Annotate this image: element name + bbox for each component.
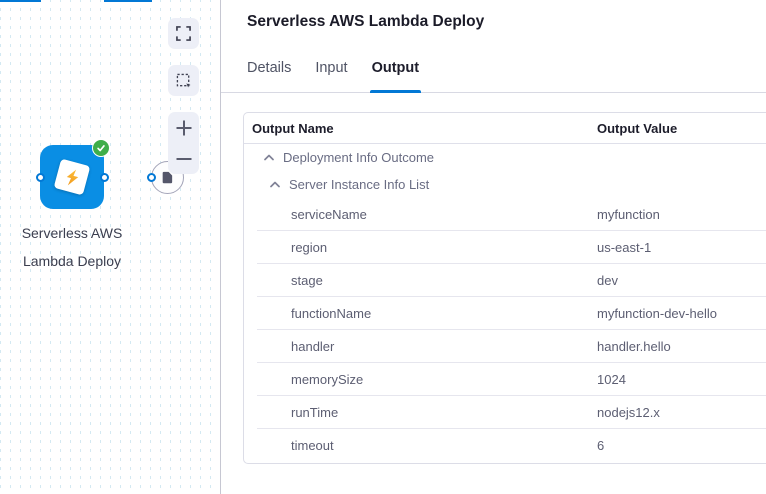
- table-row-timeout: timeout 6: [244, 429, 766, 462]
- chevron-up-icon: [264, 154, 274, 161]
- group-row-deployment-info-outcome[interactable]: Deployment Info Outcome: [244, 144, 766, 171]
- output-name-cell: stage: [252, 273, 597, 288]
- node-port-out[interactable]: [100, 173, 109, 182]
- tab-input[interactable]: Input: [315, 57, 347, 93]
- output-table-card: Output Name Output Value Deployment Info…: [243, 112, 766, 464]
- table-row-region: region us-east-1: [244, 231, 766, 264]
- step-details-panel: Serverless AWS Lambda Deploy Details Inp…: [220, 0, 766, 494]
- table-row-functionName: functionName myfunction-dev-hello: [244, 297, 766, 330]
- step-node-serverless-lambda-deploy[interactable]: [40, 145, 104, 209]
- output-name-cell: memorySize: [252, 372, 597, 387]
- pipeline-canvas[interactable]: Serverless AWS Lambda Deploy: [0, 0, 220, 494]
- zoom-in-button[interactable]: [168, 112, 199, 143]
- fullscreen-icon: [176, 26, 191, 41]
- group-label: Server Instance Info List: [289, 177, 429, 192]
- step-success-badge: [92, 139, 110, 157]
- output-value-cell: nodejs12.x: [597, 405, 766, 420]
- table-row-memorySize: memorySize 1024: [244, 363, 766, 396]
- app-window: Serverless AWS Lambda Deploy Serverless …: [0, 0, 766, 494]
- output-value-cell: 1024: [597, 372, 766, 387]
- table-row-serviceName: serviceName myfunction: [244, 198, 766, 231]
- panel-title: Serverless AWS Lambda Deploy: [247, 13, 484, 31]
- output-value-cell: 6: [597, 438, 766, 453]
- group-row-server-instance-info-list[interactable]: Server Instance Info List: [244, 171, 766, 198]
- output-name-cell: runTime: [252, 405, 597, 420]
- column-header-output-name: Output Name: [252, 121, 597, 136]
- output-value-cell: dev: [597, 273, 766, 288]
- column-header-output-value: Output Value: [597, 121, 766, 136]
- table-row-handler: handler handler.hello: [244, 330, 766, 363]
- zoom-out-button[interactable]: [168, 143, 199, 174]
- collapse-node-port[interactable]: [147, 173, 156, 182]
- marquee-selection-icon: [176, 73, 192, 89]
- output-name-cell: region: [252, 240, 597, 255]
- output-name-cell: functionName: [252, 306, 597, 321]
- marquee-select-button[interactable]: [168, 65, 199, 96]
- connector-edge-left: [0, 0, 41, 2]
- node-label: Serverless AWS Lambda Deploy: [8, 219, 136, 275]
- fit-to-screen-button[interactable]: [168, 18, 199, 49]
- zoom-controls: [168, 112, 199, 174]
- output-value-cell: handler.hello: [597, 339, 766, 354]
- output-name-cell: handler: [252, 339, 597, 354]
- output-name-cell: timeout: [252, 438, 597, 453]
- output-value-cell: myfunction-dev-hello: [597, 306, 766, 321]
- group-label: Deployment Info Outcome: [283, 150, 434, 165]
- tab-output[interactable]: Output: [372, 57, 420, 93]
- lightning-bolt-icon: [60, 165, 83, 188]
- node-port-in[interactable]: [36, 173, 45, 182]
- aws-lambda-icon: [54, 159, 91, 196]
- check-icon: [96, 143, 106, 153]
- output-table-header: Output Name Output Value: [244, 113, 766, 144]
- table-row-stage: stage dev: [244, 264, 766, 297]
- output-value-cell: myfunction: [597, 207, 766, 222]
- connector-edge-right: [104, 0, 152, 2]
- tab-details[interactable]: Details: [247, 57, 291, 93]
- output-name-cell: serviceName: [252, 207, 597, 222]
- output-value-cell: us-east-1: [597, 240, 766, 255]
- panel-tabs: Details Input Output: [221, 57, 766, 93]
- chevron-up-icon: [270, 181, 280, 188]
- table-row-runTime: runTime nodejs12.x: [244, 396, 766, 429]
